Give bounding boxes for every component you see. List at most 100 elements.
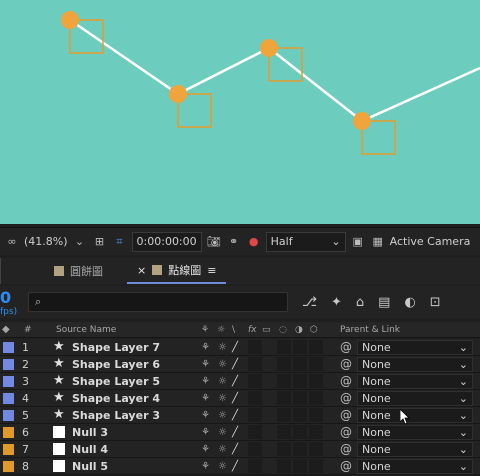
effects-switch[interactable] bbox=[248, 357, 262, 371]
layer-name[interactable]: Shape Layer 6 bbox=[72, 358, 160, 371]
3d-switch[interactable] bbox=[309, 425, 323, 439]
hide-shy-icon[interactable]: ⌂ bbox=[356, 295, 364, 310]
parent-select[interactable]: None ⌄ bbox=[357, 373, 473, 389]
motion-blur-switch[interactable] bbox=[277, 425, 291, 439]
3d-switch[interactable] bbox=[309, 442, 323, 456]
graph-editor-icon[interactable]: ⊡ bbox=[430, 295, 441, 310]
grid-guide-icon[interactable]: ⊞ bbox=[92, 234, 108, 250]
quality-switch-icon[interactable]: ╱ bbox=[232, 376, 238, 387]
time-display[interactable]: 0 fps) bbox=[0, 288, 24, 317]
label-color-swatch[interactable] bbox=[3, 341, 14, 353]
shy-switch-icon[interactable]: ⚘ bbox=[201, 410, 210, 421]
layer-name[interactable]: Shape Layer 7 bbox=[72, 341, 160, 354]
parent-select[interactable]: None ⌄ bbox=[357, 441, 473, 457]
label-color-swatch[interactable] bbox=[3, 443, 14, 455]
parent-select[interactable]: None ⌄ bbox=[357, 424, 473, 440]
show-snapshot-icon[interactable]: ⚭ bbox=[226, 234, 242, 250]
parent-select[interactable]: None ⌄ bbox=[357, 339, 473, 355]
label-color-swatch[interactable] bbox=[3, 358, 14, 370]
quality-switch-icon[interactable]: ╱ bbox=[232, 393, 238, 404]
region-of-interest-icon[interactable]: ▣ bbox=[350, 234, 366, 250]
pick-whip-icon[interactable]: @ bbox=[340, 442, 352, 456]
resolution-select[interactable]: Half ⌄ bbox=[265, 231, 346, 252]
quality-switch-icon[interactable]: ╱ bbox=[232, 359, 238, 370]
effects-switch[interactable] bbox=[248, 391, 262, 405]
label-color-swatch[interactable] bbox=[3, 426, 14, 438]
motion-blur-icon[interactable]: ◐ bbox=[404, 295, 415, 310]
effects-switch[interactable] bbox=[248, 459, 262, 473]
collapse-switch-icon[interactable]: ☼ bbox=[218, 342, 227, 353]
3d-switch[interactable] bbox=[309, 374, 323, 388]
zoom-dropdown-icon[interactable]: ⌄ bbox=[72, 234, 88, 250]
graph-dot[interactable] bbox=[353, 112, 371, 130]
parent-select[interactable]: None ⌄ bbox=[357, 458, 473, 474]
pick-whip-icon[interactable]: @ bbox=[340, 391, 352, 405]
motion-blur-switch[interactable] bbox=[277, 408, 291, 422]
pick-whip-icon[interactable]: @ bbox=[340, 374, 352, 388]
collapse-switch-icon[interactable]: ☼ bbox=[218, 461, 227, 472]
layer-row[interactable]: 4 ★ Shape Layer 4 ⚘ ☼ ╱ @ None ⌄ bbox=[0, 390, 480, 407]
label-color-swatch[interactable] bbox=[3, 375, 14, 387]
shy-switch-icon[interactable]: ⚘ bbox=[201, 444, 210, 455]
label-color-swatch[interactable] bbox=[3, 460, 14, 472]
shy-switch-icon[interactable]: ⚘ bbox=[201, 342, 210, 353]
layer-row[interactable]: 7 Null 4 ⚘ ☼ ╱ @ None ⌄ bbox=[0, 441, 480, 458]
num-column[interactable]: # bbox=[24, 325, 32, 335]
frame-blending-icon[interactable]: ▤ bbox=[378, 295, 390, 310]
pick-whip-icon[interactable]: @ bbox=[340, 408, 352, 422]
motion-blur-switch[interactable] bbox=[277, 391, 291, 405]
effects-switch[interactable] bbox=[248, 442, 262, 456]
collapse-switch-icon[interactable]: ☼ bbox=[218, 393, 227, 404]
layer-name[interactable]: Shape Layer 3 bbox=[72, 409, 160, 422]
layer-name[interactable]: Shape Layer 5 bbox=[72, 375, 160, 388]
shy-switch-icon[interactable]: ⚘ bbox=[201, 359, 210, 370]
graph-dot[interactable] bbox=[169, 85, 187, 103]
label-color-swatch[interactable] bbox=[3, 392, 14, 404]
parent-select[interactable]: None ⌄ bbox=[357, 356, 473, 372]
pick-whip-icon[interactable]: @ bbox=[340, 340, 352, 354]
adjustment-switch[interactable] bbox=[293, 374, 307, 388]
shy-switch-icon[interactable]: ⚘ bbox=[201, 376, 210, 387]
pick-whip-icon[interactable]: @ bbox=[340, 425, 352, 439]
adjustment-switch[interactable] bbox=[293, 425, 307, 439]
label-column-icon[interactable]: ◆ bbox=[2, 324, 10, 335]
close-icon[interactable]: × bbox=[137, 264, 146, 277]
layer-row[interactable]: 2 ★ Shape Layer 6 ⚘ ☼ ╱ @ None ⌄ bbox=[0, 356, 480, 373]
shy-switch-icon[interactable]: ⚘ bbox=[201, 427, 210, 438]
3d-switch[interactable] bbox=[309, 408, 323, 422]
motion-blur-switch[interactable] bbox=[277, 374, 291, 388]
collapse-switch-icon[interactable]: ☼ bbox=[218, 410, 227, 421]
layer-row[interactable]: 6 Null 3 ⚘ ☼ ╱ @ None ⌄ bbox=[0, 424, 480, 441]
adjustment-switch[interactable] bbox=[293, 340, 307, 354]
effects-switch[interactable] bbox=[248, 408, 262, 422]
quality-switch-icon[interactable]: ╱ bbox=[232, 410, 238, 421]
collapse-switch-icon[interactable]: ☼ bbox=[218, 427, 227, 438]
adjustment-switch[interactable] bbox=[293, 408, 307, 422]
3d-switch[interactable] bbox=[309, 459, 323, 473]
motion-blur-switch[interactable] bbox=[277, 357, 291, 371]
tab-pie-chart[interactable]: 圓餅圖 bbox=[44, 258, 113, 284]
3d-switch[interactable] bbox=[309, 391, 323, 405]
graph-dot[interactable] bbox=[260, 39, 278, 57]
layer-row[interactable]: 8 Null 5 ⚘ ☼ ╱ @ None ⌄ bbox=[0, 458, 480, 475]
graph-dot[interactable] bbox=[61, 11, 79, 29]
collapse-switch-icon[interactable]: ☼ bbox=[218, 359, 227, 370]
comp-flowchart-icon[interactable]: ⎇ bbox=[302, 295, 317, 310]
draft-3d-icon[interactable]: ✦ bbox=[331, 295, 342, 310]
motion-blur-switch[interactable] bbox=[277, 442, 291, 456]
mask-visibility-icon[interactable]: ⌗ bbox=[112, 234, 128, 250]
layer-name[interactable]: Null 3 bbox=[72, 426, 108, 439]
adjustment-switch[interactable] bbox=[293, 357, 307, 371]
transparency-grid-icon[interactable]: ▦ bbox=[370, 234, 386, 250]
motion-blur-switch[interactable] bbox=[277, 340, 291, 354]
pick-whip-icon[interactable]: @ bbox=[340, 459, 352, 473]
zoom-level[interactable]: (41.8%) bbox=[24, 235, 68, 248]
shy-switch-icon[interactable]: ⚘ bbox=[201, 393, 210, 404]
effects-switch[interactable] bbox=[248, 340, 262, 354]
source-name-column[interactable]: Source Name bbox=[56, 325, 116, 335]
current-time[interactable]: 0:00:00:00 bbox=[131, 231, 202, 252]
tab-dot-line-chart[interactable]: × 點線圖 ≡ bbox=[127, 258, 227, 284]
snapshot-icon[interactable]: 📷︎ bbox=[206, 234, 222, 250]
effects-switch[interactable] bbox=[248, 374, 262, 388]
parent-select[interactable]: None ⌄ bbox=[357, 390, 473, 406]
